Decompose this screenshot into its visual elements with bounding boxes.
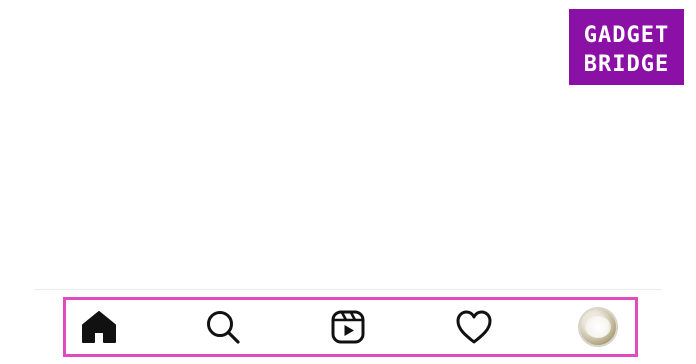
gadget-bridge-logo: GADGET BRIDGE — [569, 9, 684, 85]
search-icon — [207, 311, 240, 344]
logo-line-2: BRIDGE — [584, 52, 669, 77]
tab-reels[interactable] — [327, 306, 369, 348]
reels-icon — [331, 310, 365, 344]
tab-home[interactable] — [78, 306, 120, 348]
heart-icon — [456, 310, 492, 344]
tab-activity[interactable] — [453, 306, 495, 348]
home-filled-icon — [82, 311, 116, 343]
profile-avatar — [578, 307, 618, 347]
logo-line-1: GADGET — [584, 23, 669, 48]
tab-profile[interactable] — [577, 306, 619, 348]
tab-bar-divider — [34, 289, 662, 290]
tab-search[interactable] — [202, 306, 244, 348]
gadget-bridge-logo-mark: GADGET BRIDGE — [584, 23, 669, 77]
